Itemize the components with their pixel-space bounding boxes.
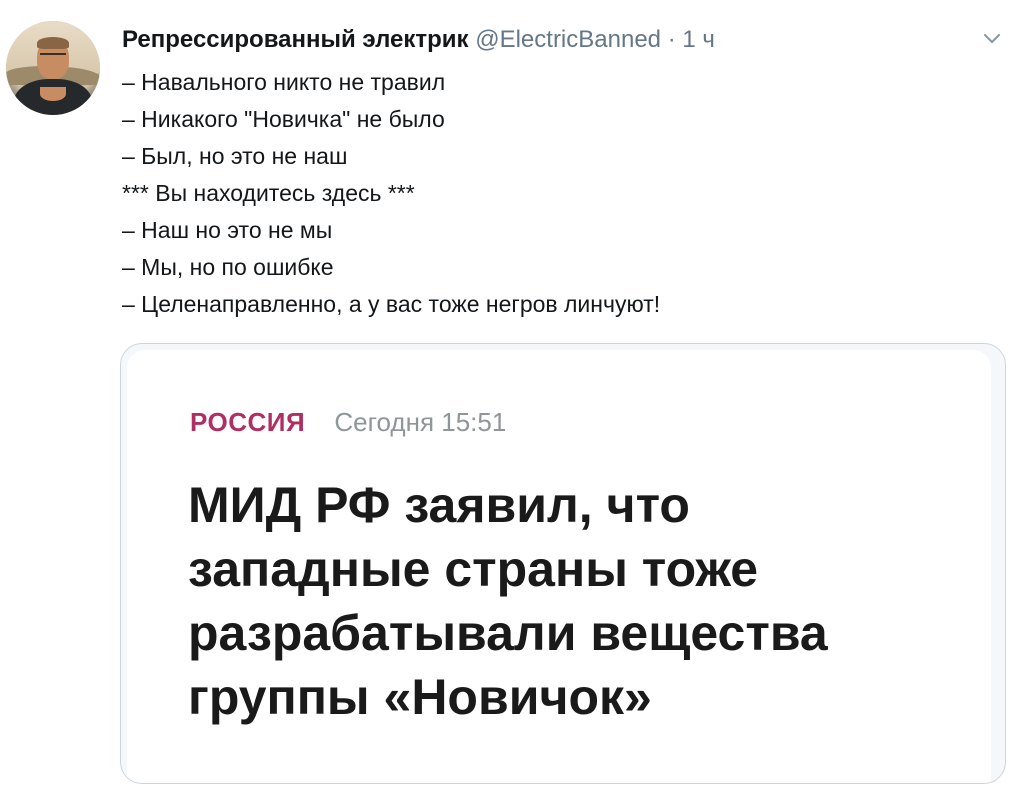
tweet-time[interactable]: 1 ч (682, 26, 715, 53)
tweet-header: Репрессированный электрик @ElectricBanne… (122, 24, 964, 56)
tweet-line: – Целенаправленно, а у вас тоже негров л… (122, 291, 661, 317)
headline-line: разрабатывали вещества (188, 605, 828, 661)
author-name[interactable]: Репрессированный электрик (122, 26, 469, 53)
news-date: Сегодня 15:51 (334, 407, 507, 437)
tweet-line: – Навального никто не травил (122, 69, 446, 95)
avatar-glasses (40, 53, 66, 62)
separator-dot: · (667, 26, 676, 53)
chevron-down-icon[interactable] (984, 34, 1000, 48)
avatar-shirt (14, 79, 92, 115)
tweet-text: – Навального никто не травил – Никакого … (122, 64, 994, 323)
tweet-line: – Был, но это не наш (122, 143, 348, 169)
headline-line: западные страны тоже (188, 541, 759, 597)
news-headline: МИД РФ заявил, что западные страны тоже … (188, 473, 978, 729)
tweet-line: – Никакого "Новичка" не было (122, 106, 445, 132)
headline-line: МИД РФ заявил, что (188, 477, 690, 533)
tweet-line: – Наш но это не мы (122, 217, 333, 243)
author-handle[interactable]: @ElectricBanned (475, 26, 661, 53)
avatar-hair (37, 37, 69, 49)
tweet-line: *** Вы находитесь здесь *** (122, 180, 415, 206)
tweet-line: – Мы, но по ошибке (122, 254, 334, 280)
news-meta: РОССИЯ Сегодня 15:51 (190, 405, 506, 439)
headline-line: группы «Новичок» (188, 669, 652, 725)
avatar[interactable] (6, 21, 100, 115)
news-category: РОССИЯ (190, 407, 306, 437)
